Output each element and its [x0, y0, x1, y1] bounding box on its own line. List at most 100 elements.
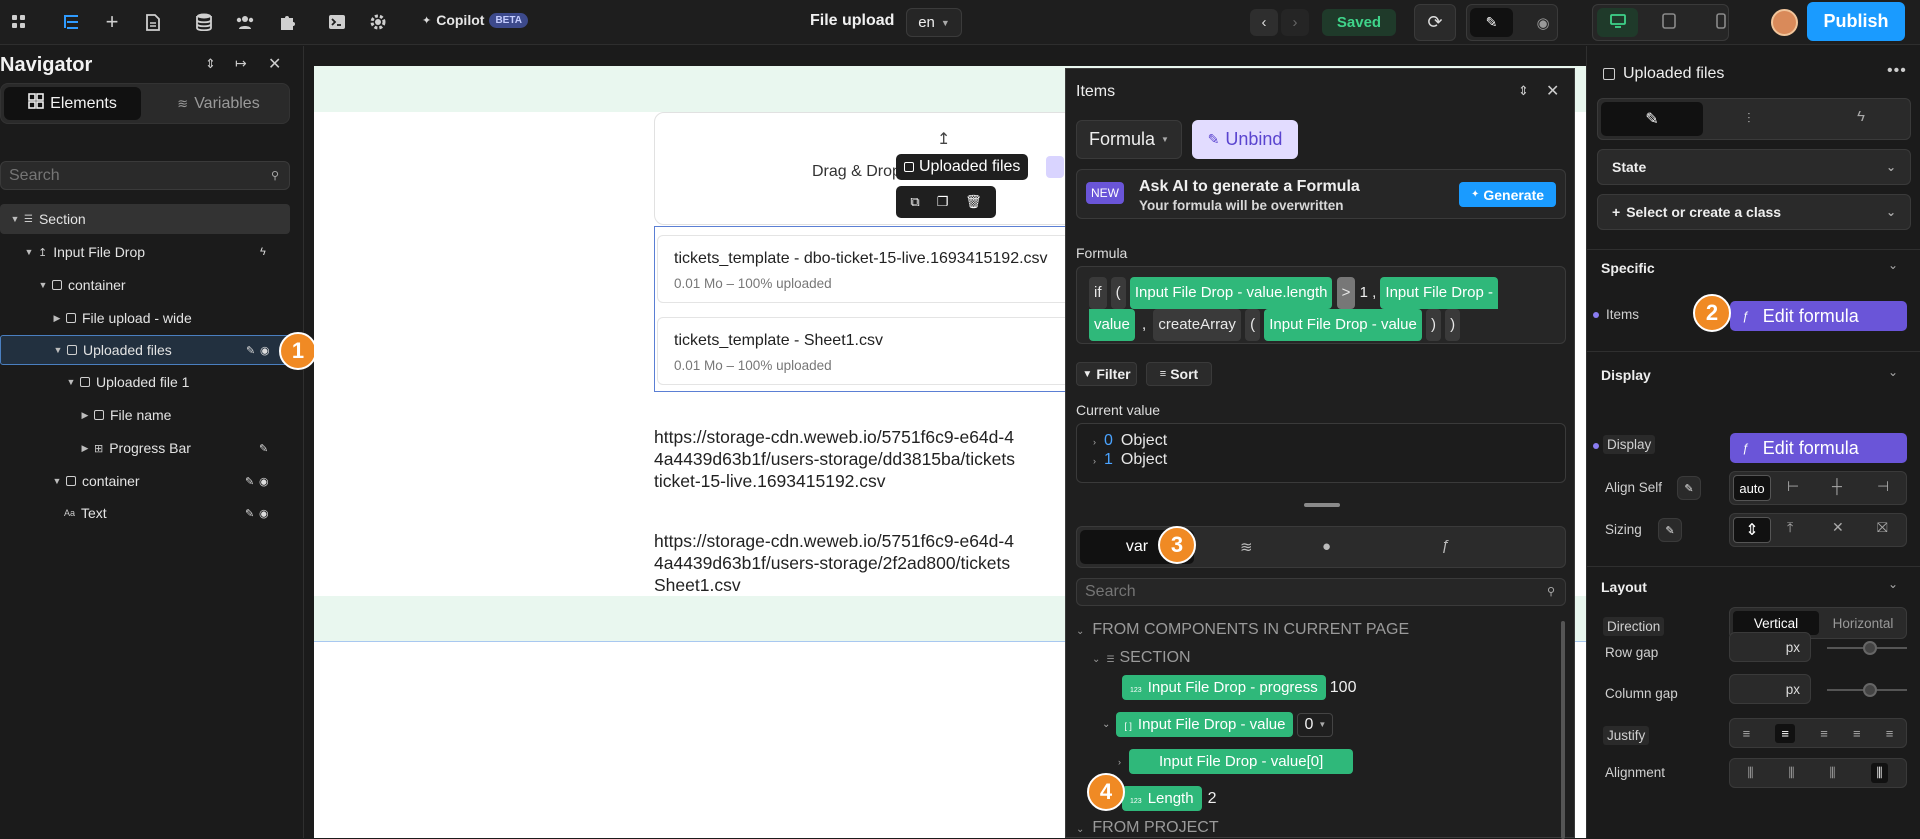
database-icon[interactable]: ≋ — [1240, 538, 1253, 556]
value-row[interactable]: › 0 Object — [1093, 432, 1549, 451]
variable-search-input[interactable] — [1077, 579, 1517, 605]
navigator-search-input[interactable] — [1, 162, 251, 189]
database-icon[interactable] — [193, 11, 215, 33]
row-gap-slider-thumb[interactable] — [1863, 641, 1877, 655]
variable-row-value[interactable]: ⌄ [ ] Input File Drop - value 0 ▼ — [1102, 712, 1334, 737]
variable-row-length[interactable]: 123 Length 2 — [1122, 786, 1216, 811]
formula-function-icon[interactable]: ƒ — [1441, 537, 1449, 554]
resize-icon[interactable]: ⇕ — [1518, 83, 1529, 99]
class-select[interactable]: + Select or create a class ⌄ — [1597, 194, 1911, 230]
justify-start-icon[interactable]: ≡ — [1743, 726, 1751, 741]
tree-item-section[interactable]: ▼ ☰ Section — [0, 204, 290, 234]
tablet-breakpoint-button[interactable] — [1650, 8, 1688, 37]
index-select[interactable]: 0 ▼ — [1297, 712, 1334, 737]
group-project-header[interactable]: ⌄ FROM PROJECT — [1076, 819, 1219, 837]
sizing-fit-icon[interactable]: ⇕ — [1733, 517, 1771, 543]
align-center-icon[interactable]: ┼ — [1832, 478, 1842, 494]
resize-handle[interactable] — [1304, 503, 1340, 507]
sort-button[interactable]: ≡ Sort — [1146, 362, 1212, 386]
row-gap-input[interactable]: px — [1729, 632, 1811, 662]
tab-style[interactable]: ✎ — [1601, 102, 1703, 136]
chevron-down-icon[interactable]: ⌄ — [1888, 577, 1898, 591]
sizing-fill-icon[interactable]: ⛝ — [1877, 519, 1888, 536]
user-avatar[interactable] — [1771, 9, 1798, 36]
mobile-breakpoint-button[interactable] — [1702, 8, 1740, 37]
duplicate-icon[interactable]: ❐ — [937, 194, 949, 210]
align-items-end-icon[interactable]: ⫼ — [1830, 765, 1836, 781]
undo-button[interactable]: ‹ — [1250, 9, 1278, 36]
tree-item-file-upload-wide[interactable]: ▶ File upload - wide — [0, 303, 290, 333]
close-icon[interactable]: ✕ — [268, 54, 281, 74]
align-start-icon[interactable]: ⊢ — [1787, 478, 1799, 495]
align-end-icon[interactable]: ⊣ — [1877, 478, 1889, 495]
formula-variable-chip[interactable]: Input File Drop - — [1380, 277, 1498, 309]
apps-grid-icon[interactable] — [8, 11, 30, 33]
collapse-expand-icon[interactable]: ⇕ — [205, 56, 216, 72]
tree-item-file-name[interactable]: ▶ File name — [0, 400, 290, 430]
unbind-sizing-button[interactable]: ✎ — [1658, 518, 1682, 542]
tree-item-container-2[interactable]: ▼ container ✎ ◉ — [0, 466, 290, 496]
formula-variable-chip-cont[interactable]: value — [1089, 309, 1135, 341]
publish-button[interactable]: Publish — [1807, 2, 1905, 41]
users-icon[interactable] — [234, 11, 256, 33]
settings-gear-icon[interactable] — [367, 11, 389, 33]
close-icon[interactable]: ✕ — [1546, 81, 1559, 101]
more-options-icon[interactable]: ••• — [1887, 62, 1907, 80]
scrollbar[interactable] — [1561, 621, 1565, 839]
terminal-icon[interactable] — [326, 11, 348, 33]
column-gap-slider-thumb[interactable] — [1863, 683, 1877, 697]
tree-item-text[interactable]: Aa Text ✎ ◉ — [0, 498, 290, 528]
tab-variables[interactable]: ≋ Variables — [150, 87, 287, 120]
uploaded-files-list[interactable]: tickets_template - dbo-ticket-15-live.16… — [654, 226, 1087, 392]
state-select[interactable]: State ⌄ — [1597, 149, 1911, 185]
tab-elements[interactable]: Elements — [4, 87, 141, 120]
page-icon[interactable] — [142, 11, 164, 33]
unbind-align-self-button[interactable]: ✎ — [1677, 476, 1701, 500]
generate-button[interactable]: ✦ Generate — [1459, 182, 1556, 207]
layers-tree-icon[interactable] — [60, 11, 82, 33]
align-items-stretch-icon[interactable]: ⫼ — [1870, 763, 1889, 783]
dock-panel-icon[interactable]: ↦ — [235, 55, 247, 72]
align-items-center-icon[interactable]: ⫼ — [1789, 765, 1795, 781]
language-select[interactable]: en ▼ — [906, 8, 962, 37]
column-gap-input[interactable]: px — [1729, 674, 1811, 704]
sliders-icon[interactable]: ⫶ — [1747, 110, 1751, 127]
wrap-icon[interactable]: ⧉ — [910, 194, 919, 210]
workflow-bolt-icon[interactable]: ϟ — [1857, 108, 1865, 125]
group-section-header[interactable]: ⌄ ☰ SECTION — [1092, 649, 1191, 667]
redo-button[interactable]: › — [1281, 9, 1309, 36]
add-icon[interactable]: + — [101, 9, 123, 34]
justify-around-icon[interactable]: ≡ — [1886, 726, 1894, 741]
filter-button[interactable]: ▼ Filter — [1076, 362, 1137, 386]
chevron-down-icon[interactable]: ⌄ — [1888, 365, 1898, 379]
sync-button[interactable]: ⟳ — [1414, 4, 1456, 41]
group-components-header[interactable]: ⌄ FROM COMPONENTS IN CURRENT PAGE — [1076, 621, 1409, 639]
edit-mode-button[interactable]: ✎ — [1470, 8, 1513, 37]
variable-row-progress[interactable]: 123 Input File Drop - progress 100 — [1122, 675, 1356, 700]
formula-variable-chip[interactable]: Input File Drop - value.length — [1129, 277, 1333, 309]
tree-item-uploaded-files[interactable]: ▼ Uploaded files ✎ ◉ — [0, 335, 290, 365]
user-icon[interactable]: ● — [1322, 538, 1331, 555]
display-edit-formula-button[interactable]: ƒ Edit formula — [1730, 433, 1907, 463]
items-edit-formula-button[interactable]: ƒ Edit formula — [1730, 301, 1907, 331]
direction-horizontal[interactable]: Horizontal — [1821, 611, 1905, 635]
align-items-start-icon[interactable]: ⫼ — [1748, 765, 1754, 781]
plugins-puzzle-icon[interactable] — [276, 11, 298, 33]
tree-item-uploaded-file-1[interactable]: ▼ Uploaded file 1 — [0, 367, 290, 397]
sizing-none-icon[interactable]: ✕ — [1832, 519, 1844, 536]
unbind-button[interactable]: ✎ Unbind — [1192, 120, 1298, 159]
justify-between-icon[interactable]: ≡ — [1853, 726, 1861, 741]
preview-mode-button[interactable]: ◉ — [1523, 8, 1563, 37]
variable-row-value0[interactable]: › Input File Drop - value[0] — [1118, 749, 1354, 774]
formula-variable-chip[interactable]: Input File Drop - value — [1264, 309, 1422, 341]
sizing-stretch-icon[interactable]: ⤒ — [1787, 519, 1793, 536]
align-self-auto[interactable]: auto — [1733, 475, 1771, 501]
tree-item-input-file-drop[interactable]: ▼ ↥ Input File Drop ϟ — [0, 237, 290, 267]
chevron-down-icon[interactable]: ⌄ — [1888, 258, 1898, 272]
value-row[interactable]: › 1 Object — [1093, 451, 1549, 470]
desktop-breakpoint-button[interactable] — [1597, 8, 1638, 37]
trash-icon[interactable]: 🗑 — [965, 194, 982, 210]
tree-item-container[interactable]: ▼ container — [0, 270, 290, 300]
copilot-button[interactable]: ✦ Copilot BETA — [422, 12, 528, 28]
tree-item-progress-bar[interactable]: ▶ ⊞ Progress Bar ✎ — [0, 433, 290, 463]
